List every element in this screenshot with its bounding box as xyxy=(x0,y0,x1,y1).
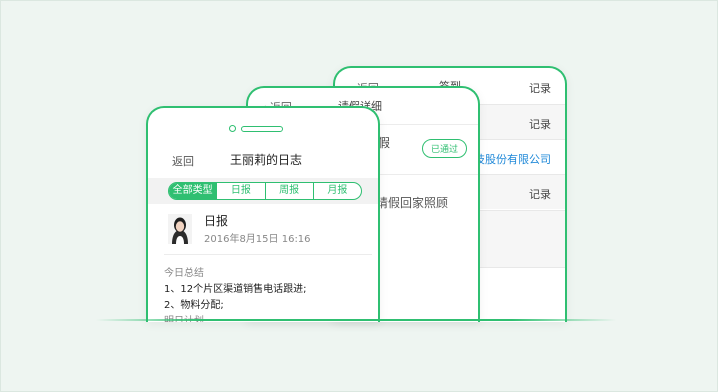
tab-all-types[interactable]: 全部类型 xyxy=(169,183,217,199)
leave-reason: 请假回家照顾 xyxy=(376,196,449,210)
tab-daily[interactable]: 日报 xyxy=(216,183,264,199)
summary-line: 1、12个片区渠道销售电话跟进; xyxy=(164,284,307,295)
camera-icon xyxy=(229,125,236,132)
summary-line: 2、物料分配; xyxy=(164,300,224,311)
diary-header: 返回 王丽莉的日志 xyxy=(148,146,378,172)
phone-diary-screen: 返回 王丽莉的日志 全部类型 日报 周报 月报 日报 2016年8月15日 16… xyxy=(146,106,380,322)
avatar[interactable] xyxy=(168,214,192,244)
page-title: 王丽莉的日志 xyxy=(230,153,303,167)
ground-line xyxy=(96,319,616,321)
back-button[interactable]: 返回 xyxy=(172,153,194,169)
report-type: 日报 xyxy=(204,214,229,228)
status-badge: 已通过 xyxy=(422,139,468,158)
tab-weekly[interactable]: 周报 xyxy=(264,183,313,199)
tab-monthly[interactable]: 月报 xyxy=(312,183,361,199)
records-link[interactable]: 记录 xyxy=(529,80,551,96)
tab-bar: 全部类型 日报 周报 月报 xyxy=(148,178,378,204)
segmented-control: 全部类型 日报 周报 月报 xyxy=(168,182,362,200)
summary-label: 今日总结 xyxy=(164,268,204,279)
speaker-icon xyxy=(241,126,283,132)
report-timestamp: 2016年8月15日 16:16 xyxy=(204,234,311,245)
divider xyxy=(164,254,372,255)
